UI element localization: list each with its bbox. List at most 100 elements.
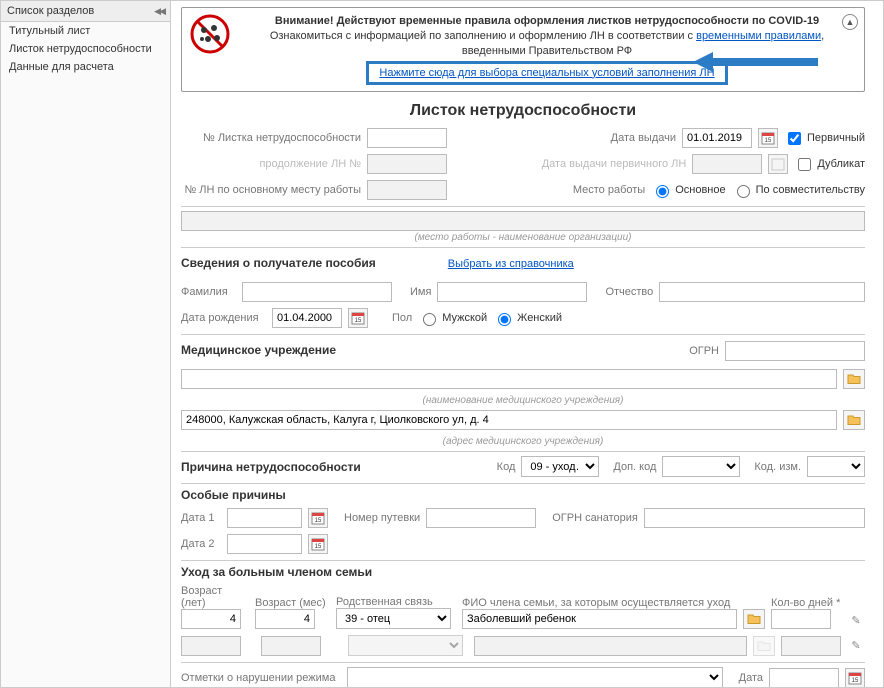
workplace-main-radio[interactable]: Основное bbox=[651, 182, 725, 198]
recipient-ref-link[interactable]: Выбрать из справочника bbox=[448, 258, 574, 270]
med-address-input[interactable] bbox=[181, 410, 837, 430]
date2-input[interactable] bbox=[227, 534, 302, 554]
covid-action-link[interactable]: Нажмите сюда для выбора специальных усло… bbox=[366, 61, 727, 86]
fio2-browse-button bbox=[753, 636, 775, 656]
cause-code-label: Код bbox=[497, 461, 516, 473]
ogrn-input[interactable] bbox=[725, 341, 865, 361]
page-title: Листок нетрудоспособности bbox=[181, 102, 865, 120]
svg-text:15: 15 bbox=[315, 518, 322, 524]
workplace-sec-radio[interactable]: По совместительству bbox=[732, 182, 865, 198]
fio-input[interactable] bbox=[462, 609, 737, 629]
cause-addcode-label: Доп. код bbox=[613, 461, 656, 473]
cause-modcode-select[interactable] bbox=[807, 456, 865, 477]
violation-select[interactable] bbox=[347, 667, 722, 687]
date1-input[interactable] bbox=[227, 508, 302, 528]
date1-label: Дата 1 bbox=[181, 512, 221, 524]
main-ln-input bbox=[367, 180, 447, 200]
med-name-note: (наименование медицинского учреждения) bbox=[181, 395, 865, 406]
ln-number-input[interactable] bbox=[367, 128, 447, 148]
covid-title: Внимание! Действуют временные правила оф… bbox=[238, 14, 856, 29]
svg-text:15: 15 bbox=[765, 138, 772, 144]
days-input[interactable] bbox=[771, 609, 831, 629]
cause-code-select[interactable]: 09 - уход… bbox=[521, 456, 599, 477]
main-ln-label: № ЛН по основному месту работы bbox=[181, 184, 361, 196]
primary-issue-date-cal-button bbox=[768, 154, 788, 174]
violation-date-input[interactable] bbox=[769, 668, 839, 687]
continuation-label: продолжение ЛН № bbox=[181, 158, 361, 170]
days-label: Кол-во дней * bbox=[771, 597, 841, 609]
issue-date-input[interactable] bbox=[682, 128, 752, 148]
issue-date-cal-button[interactable]: 15 bbox=[758, 128, 778, 148]
med-name-input[interactable] bbox=[181, 369, 837, 389]
ticket-input[interactable] bbox=[426, 508, 536, 528]
covid-rules-link[interactable]: временными правилами bbox=[696, 30, 821, 42]
med-heading: Медицинское учреждение bbox=[181, 343, 336, 357]
ageM2-input bbox=[261, 636, 321, 656]
cause-heading: Причина нетрудоспособности bbox=[181, 460, 361, 474]
care-row2-edit-button[interactable]: ✎ bbox=[847, 637, 865, 655]
rel-select[interactable]: 39 - отец bbox=[336, 608, 451, 629]
violation-date-label: Дата bbox=[739, 672, 763, 684]
sidebar-title: Список разделов bbox=[7, 5, 94, 17]
sidebar-item-title-page[interactable]: Титульный лист bbox=[1, 22, 170, 40]
surname-label: Фамилия bbox=[181, 286, 236, 298]
san-ogrn-input[interactable] bbox=[644, 508, 865, 528]
dob-label: Дата рождения bbox=[181, 312, 266, 324]
violation-label: Отметки о нарушении режима bbox=[181, 672, 335, 684]
workplace-label: Место работы bbox=[573, 184, 645, 196]
svg-text:15: 15 bbox=[315, 544, 322, 550]
name-label: Имя bbox=[410, 286, 431, 298]
patronym-label: Отчество bbox=[605, 286, 653, 298]
ln-number-label: № Листка нетрудоспособности bbox=[181, 132, 361, 144]
recipient-heading: Сведения о получателе пособия bbox=[181, 256, 376, 270]
days2-input bbox=[781, 636, 841, 656]
care-row1-edit-button[interactable]: ✎ bbox=[847, 611, 865, 629]
covid-info: Ознакомиться с информацией по заполнению… bbox=[238, 29, 856, 59]
sex-female-radio[interactable]: Женский bbox=[493, 310, 562, 326]
ageY-input[interactable] bbox=[181, 609, 241, 629]
org-name-input bbox=[181, 211, 865, 231]
san-ogrn-label: ОГРН санатория bbox=[552, 512, 638, 524]
med-addr-note: (адрес медицинского учреждения) bbox=[181, 436, 865, 447]
covid-collapse-button[interactable]: ▲ bbox=[842, 14, 858, 30]
ageY2-input bbox=[181, 636, 241, 656]
sidebar-item-sick-leave[interactable]: Листок нетрудоспособности bbox=[1, 40, 170, 58]
cause-addcode-select[interactable] bbox=[662, 456, 740, 477]
surname-input[interactable] bbox=[242, 282, 392, 302]
med-name-browse-button[interactable] bbox=[843, 369, 865, 389]
ageM-input[interactable] bbox=[255, 609, 315, 629]
covid-icon bbox=[190, 14, 230, 54]
date2-label: Дата 2 bbox=[181, 538, 221, 550]
sidebar-header: Список разделов ◀◀ bbox=[1, 1, 170, 22]
sidebar-collapse-icon[interactable]: ◀◀ bbox=[154, 6, 164, 17]
sex-male-radio[interactable]: Мужской bbox=[418, 310, 487, 326]
svg-text:15: 15 bbox=[852, 678, 859, 684]
ticket-label: Номер путевки bbox=[344, 512, 420, 524]
fio-label: ФИО члена семьи, за которым осуществляет… bbox=[462, 597, 765, 609]
org-name-note: (место работы - наименование организации… bbox=[181, 232, 865, 243]
name-input[interactable] bbox=[437, 282, 587, 302]
rel2-select bbox=[348, 635, 463, 656]
patronym-input[interactable] bbox=[659, 282, 865, 302]
ageY-label: Возраст (лет) bbox=[181, 585, 249, 609]
dob-cal-button[interactable]: 15 bbox=[348, 308, 368, 328]
fio2-input bbox=[474, 636, 747, 656]
date1-cal-button[interactable]: 15 bbox=[308, 508, 328, 528]
primary-issue-date-label: Дата выдачи первичного ЛН bbox=[542, 158, 687, 170]
svg-text:15: 15 bbox=[355, 318, 362, 324]
fio-browse-button[interactable] bbox=[743, 609, 765, 629]
duplicate-checkbox[interactable]: Дубликат bbox=[794, 155, 865, 174]
date2-cal-button[interactable]: 15 bbox=[308, 534, 328, 554]
covid-notice: Внимание! Действуют временные правила оф… bbox=[181, 7, 865, 92]
sidebar-item-calc-data[interactable]: Данные для расчета bbox=[1, 58, 170, 76]
primary-checkbox[interactable]: Первичный bbox=[784, 129, 865, 148]
special-heading: Особые причины bbox=[181, 488, 865, 502]
dob-input[interactable] bbox=[272, 308, 342, 328]
care-heading: Уход за больным членом семьи bbox=[181, 565, 865, 579]
med-address-browse-button[interactable] bbox=[843, 410, 865, 430]
rel-label: Родственная связь bbox=[336, 596, 456, 608]
sidebar: Список разделов ◀◀ Титульный лист Листок… bbox=[1, 1, 171, 687]
ogrn-label: ОГРН bbox=[689, 345, 719, 357]
violation-date-cal-button[interactable]: 15 bbox=[845, 668, 865, 687]
ageM-label: Возраст (мес) bbox=[255, 597, 330, 609]
